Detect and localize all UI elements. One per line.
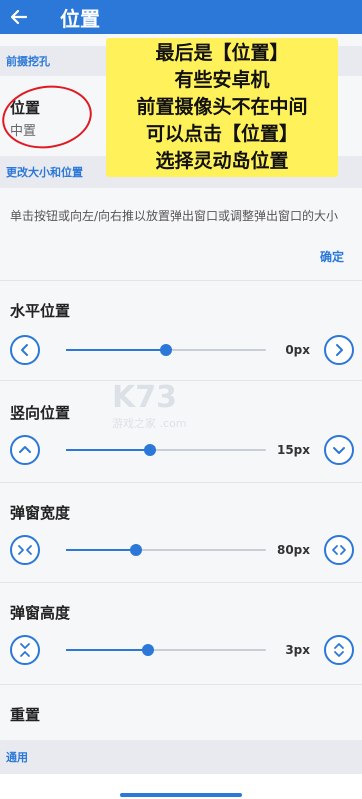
popup-height-slider[interactable] [66, 644, 266, 656]
vertical-position-slider-row: 15px [0, 432, 362, 472]
watermark: K73 游戏之家 .com [112, 380, 187, 431]
tutorial-caption: 最后是【位置】 有些安卓机 前置摄像头不在中间 可以点击【位置】 选择灵动岛位置 [106, 38, 338, 177]
reset-label: 重置 [10, 706, 41, 724]
horizontal-position-slider-row: 0px [0, 332, 362, 372]
popup-width-slider-row: 80px [0, 532, 362, 572]
popup-width-label: 弹窗宽度 [10, 504, 71, 522]
move-up-button[interactable] [10, 435, 40, 465]
caption-line: 选择灵动岛位置 [155, 150, 289, 172]
vertical-position-slider[interactable] [66, 444, 266, 456]
divider [0, 482, 362, 483]
slider-fill [66, 449, 150, 451]
expand-width-button[interactable] [324, 535, 354, 565]
back-arrow-icon [10, 9, 28, 25]
chevron-up-icon [19, 446, 31, 453]
expand-height-button[interactable] [324, 635, 354, 665]
horizontal-position-label: 水平位置 [10, 302, 71, 320]
popup-height-slider-row: 3px [0, 632, 362, 672]
caption-line: 有些安卓机 [174, 69, 270, 91]
app-bar: 位置 [0, 0, 362, 34]
shrink-vertical-icon [20, 643, 30, 657]
vertical-position-value: 15px [276, 443, 310, 457]
page-title: 位置 [60, 6, 100, 31]
slider-thumb[interactable] [160, 344, 172, 356]
divider [0, 280, 362, 281]
horizontal-position-slider[interactable] [66, 344, 266, 356]
vertical-position-label: 竖向位置 [10, 404, 71, 422]
back-button[interactable] [0, 0, 38, 34]
divider [0, 684, 362, 685]
slider-thumb[interactable] [130, 544, 142, 556]
popup-height-label: 弹窗高度 [10, 604, 71, 622]
shrink-height-button[interactable] [10, 635, 40, 665]
slider-fill [66, 349, 166, 351]
chevron-down-icon [333, 447, 345, 454]
move-right-button[interactable] [324, 335, 354, 365]
watermark-logo: K73 [112, 380, 177, 415]
popup-width-value: 80px [276, 543, 310, 557]
navigation-bar-handle[interactable] [120, 793, 242, 797]
move-left-button[interactable] [10, 335, 40, 365]
caption-line: 最后是【位置】 [155, 42, 289, 64]
slider-fill [66, 649, 148, 651]
caption-line: 可以点击【位置】 [145, 123, 298, 145]
section-header-general: 通用 [0, 740, 362, 774]
popup-width-slider[interactable] [66, 544, 266, 556]
chevron-left-icon [21, 344, 28, 356]
horizontal-position-value: 0px [285, 343, 310, 357]
slider-thumb[interactable] [144, 444, 156, 456]
slider-fill [66, 549, 136, 551]
popup-height-value: 3px [285, 643, 310, 657]
divider [0, 582, 362, 583]
expand-vertical-icon [334, 643, 344, 657]
shrink-horizontal-icon [18, 545, 32, 555]
reset-item[interactable]: 重置 [0, 690, 362, 734]
watermark-sub: 游戏之家 .com [112, 417, 187, 430]
description-text: 单击按钮或向左/向右推以放置弹出窗口或调整弹出窗口的大小 [10, 209, 339, 223]
caption-line: 前置摄像头不在中间 [136, 96, 308, 118]
move-down-button[interactable] [324, 435, 354, 465]
expand-horizontal-icon [332, 545, 346, 555]
confirm-button[interactable]: 确定 [320, 248, 344, 265]
shrink-width-button[interactable] [10, 535, 40, 565]
slider-thumb[interactable] [142, 644, 154, 656]
chevron-right-icon [336, 344, 343, 356]
